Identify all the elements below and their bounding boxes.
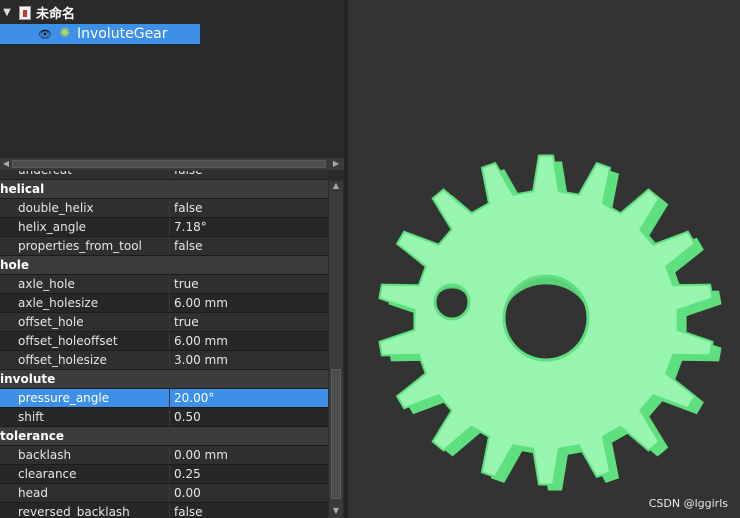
scrollbar-thumb[interactable] [12,160,326,168]
property-row-offset_holeoffset[interactable]: offset_holeoffset 6.00 mm [0,332,328,351]
property-value[interactable]: 0.00 mm [170,446,228,464]
property-value[interactable]: true [170,313,199,331]
property-name: offset_hole [0,313,170,331]
left-panel: ▼ 未命名 👁 ✺ InvoluteGear ◀ ▶ undercutfalse… [0,0,344,518]
visibility-eye-icon[interactable]: 👁 [38,28,52,41]
property-value[interactable]: 0.50 [170,408,201,426]
gear-model[interactable] [348,0,740,518]
property-row-properties_from_tool[interactable]: properties_from_tool false [0,237,328,256]
property-row-head[interactable]: head 0.00 [0,484,328,503]
property-group-label: tolerance [0,429,65,443]
property-value[interactable]: false [170,199,203,217]
property-row-axle_holesize[interactable]: axle_holesize 6.00 mm [0,294,328,313]
property-value[interactable]: 6.00 mm [170,294,228,312]
property-value[interactable]: false [170,503,203,518]
property-group-hole[interactable]: hole [0,256,328,275]
property-name: offset_holesize [0,351,170,369]
property-value[interactable]: false [170,237,203,255]
property-value[interactable]: 7.18° [170,218,207,236]
property-row-pressure_angle[interactable]: pressure_angle 20.00° [0,389,328,408]
model-tree: ▼ 未命名 👁 ✺ InvoluteGear [0,0,344,156]
property-group-label: involute [0,372,56,386]
property-row-axle_hole[interactable]: axle_hole true [0,275,328,294]
tree-root-document[interactable]: ▼ 未命名 [0,3,75,22]
property-name: clearance [0,465,170,483]
expand-arrow-icon[interactable]: ▼ [0,7,14,18]
property-name: undercut [0,171,170,179]
tree-root-label: 未命名 [36,7,76,22]
property-name: offset_holeoffset [0,332,170,350]
property-group-involute[interactable]: involute [0,370,328,389]
watermark: CSDN @lggirls [648,497,728,510]
property-value[interactable]: 3.00 mm [170,351,228,369]
property-group-tolerance[interactable]: tolerance [0,427,328,446]
property-value[interactable]: 0.25 [170,465,201,483]
property-row-offset_hole[interactable]: offset_hole true [0,313,328,332]
3d-viewport[interactable]: CSDN @lggirls [348,0,740,518]
property-name: pressure_angle [0,389,170,407]
scrollbar-thumb[interactable] [331,369,341,499]
property-name: properties_from_tool [0,237,170,255]
property-name: axle_holesize [0,294,170,312]
property-row-shift[interactable]: shift 0.50 [0,408,328,427]
property-row-undercut[interactable]: undercutfalse [0,171,328,180]
property-name: helix_angle [0,218,170,236]
property-value[interactable]: 0.00 [170,484,201,502]
tree-item-label: InvoluteGear [77,26,168,42]
scroll-up-icon[interactable]: ▲ [329,181,343,193]
tree-horizontal-scrollbar[interactable]: ◀ ▶ [0,157,344,170]
property-name: double_helix [0,199,170,217]
property-name: backlash [0,446,170,464]
property-vertical-scrollbar[interactable]: ▲ ▼ [329,181,343,518]
property-row-helix_angle[interactable]: helix_angle 7.18° [0,218,328,237]
property-row-reversed_backlash[interactable]: reversed_backlash false [0,503,328,518]
property-row-offset_holesize[interactable]: offset_holesize 3.00 mm [0,351,328,370]
property-name: shift [0,408,170,426]
property-value[interactable]: 6.00 mm [170,332,228,350]
property-group-helical[interactable]: helical [0,180,328,199]
scroll-right-icon[interactable]: ▶ [330,158,342,170]
property-value[interactable]: false [170,171,203,179]
property-group-label: helical [0,182,45,196]
property-name: head [0,484,170,502]
property-name: reversed_backlash [0,503,170,518]
document-icon [19,5,31,20]
property-row-backlash[interactable]: backlash 0.00 mm [0,446,328,465]
property-row-clearance[interactable]: clearance 0.25 [0,465,328,484]
property-value[interactable]: 20.00° [170,389,214,407]
scroll-down-icon[interactable]: ▼ [329,506,343,518]
tree-item-involutegear[interactable]: 👁 ✺ InvoluteGear [0,24,200,44]
scroll-left-icon[interactable]: ◀ [0,158,12,170]
property-table: undercutfalsehelicaldouble_helixfalsehel… [0,171,328,518]
property-name: axle_hole [0,275,170,293]
gear-icon: ✺ [59,26,71,41]
property-value[interactable]: true [170,275,199,293]
property-group-label: hole [0,258,30,272]
property-row-double_helix[interactable]: double_helix false [0,199,328,218]
